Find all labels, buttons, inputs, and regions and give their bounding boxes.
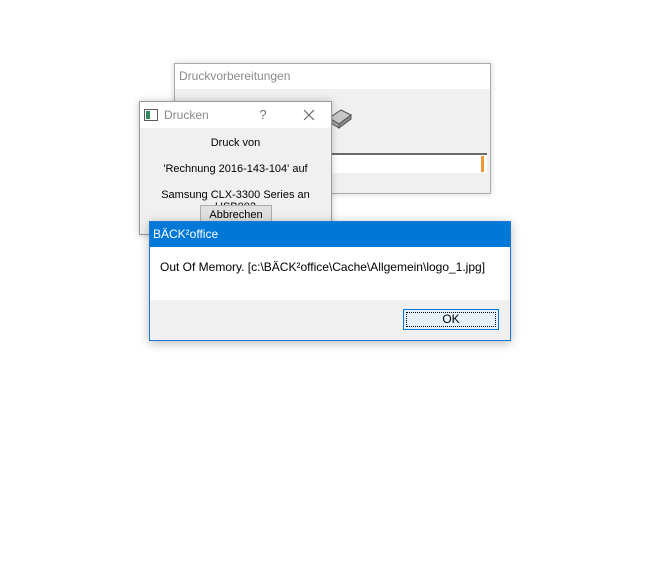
application-icon [144, 109, 158, 121]
print-preparation-title: Druckvorbereitungen [175, 64, 490, 89]
message-content-area: Out Of Memory. [c:\BÄCK²office\Cache\All… [150, 247, 510, 300]
progress-indicator [481, 156, 484, 172]
ok-button[interactable]: OK [403, 309, 499, 330]
error-message-text: Out Of Memory. [c:\BÄCK²office\Cache\All… [160, 260, 486, 274]
print-dialog: Drucken ? Druck von 'Rechnung 2016-143-1… [139, 101, 332, 235]
print-dialog-titlebar[interactable]: Drucken ? [140, 102, 331, 128]
print-dialog-title: Drucken [164, 108, 209, 122]
message-box-titlebar[interactable]: BÄCK²office [150, 222, 510, 247]
close-icon[interactable] [302, 108, 316, 122]
print-from-label: Druck von [210, 137, 261, 149]
help-button[interactable]: ? [256, 102, 270, 128]
print-progress-bar [331, 153, 487, 173]
document-name-label: 'Rechnung 2016-143-104' auf [163, 163, 308, 175]
error-message-box: BÄCK²office Out Of Memory. [c:\BÄCK²offi… [149, 221, 511, 341]
message-box-title: BÄCK²office [153, 227, 219, 241]
